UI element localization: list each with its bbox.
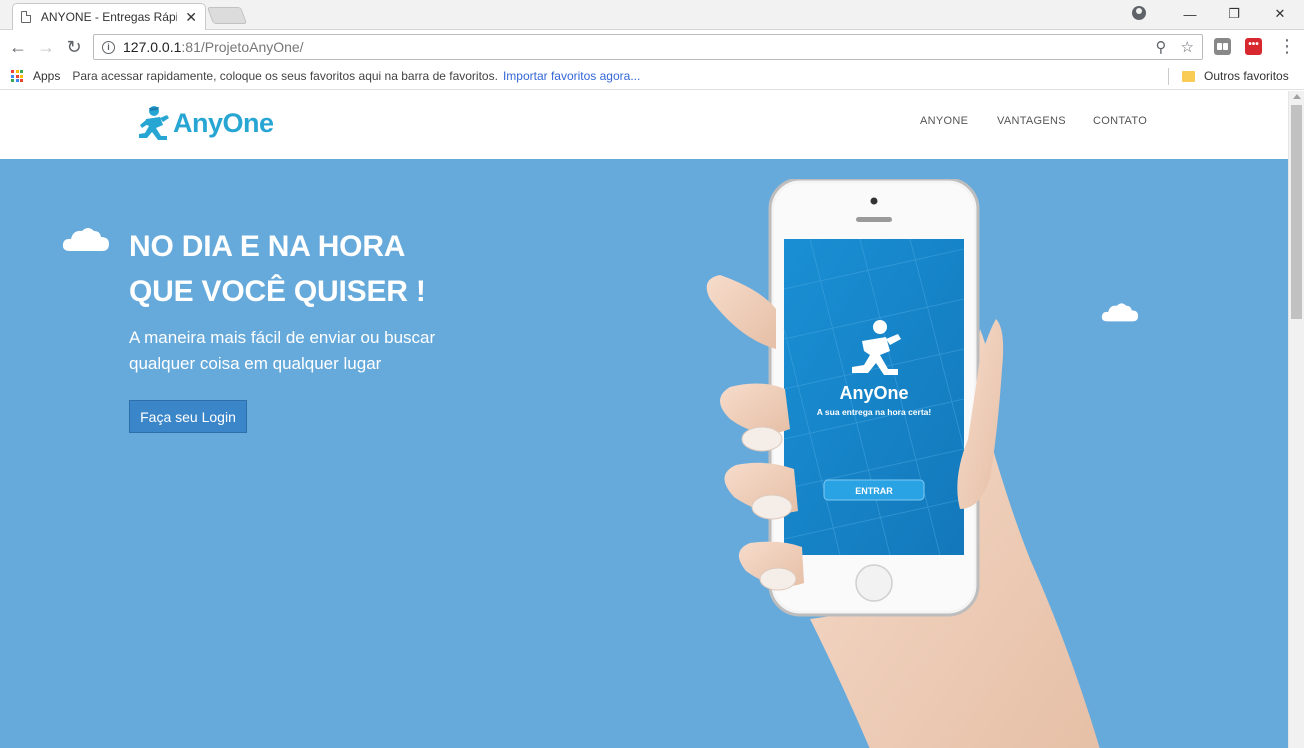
extension-icon[interactable] bbox=[1214, 38, 1231, 55]
close-tab-icon[interactable]: ✕ bbox=[185, 9, 197, 26]
nav-link-anyone[interactable]: ANYONE bbox=[920, 115, 968, 127]
other-bookmarks-folder[interactable]: Outros favoritos bbox=[1182, 69, 1289, 83]
fingernail bbox=[751, 494, 793, 520]
phone-home-button bbox=[855, 564, 893, 602]
profile-icon[interactable] bbox=[1132, 6, 1146, 20]
login-button[interactable]: Faça seu Login bbox=[129, 400, 247, 433]
new-tab-button[interactable] bbox=[206, 7, 248, 24]
browser-toolbar: ← → ↻ i 127.0.0.1:81/ProjetoAnyOne/ ⚲ ☆ … bbox=[0, 31, 1304, 63]
restore-button[interactable]: ❐ bbox=[1212, 0, 1256, 28]
nav-link-contato[interactable]: CONTATO bbox=[1093, 115, 1147, 127]
hero-title-line1: NO DIA E NA HORA bbox=[129, 230, 406, 263]
bookmarks-divider bbox=[1168, 68, 1169, 85]
scroll-up-arrow-icon[interactable] bbox=[1293, 94, 1301, 99]
hero-subtitle-line1: A maneira mais fácil de enviar ou buscar bbox=[129, 328, 436, 347]
apps-shortcut[interactable]: Apps bbox=[33, 69, 60, 83]
tab-title: ANYONE - Entregas Rápidas bbox=[40, 10, 177, 24]
logo-text: AnyOne bbox=[173, 107, 274, 138]
import-bookmarks-link[interactable]: Importar favoritos agora... bbox=[503, 69, 640, 83]
bookmarks-bar: Apps Para acessar rapidamente, coloque o… bbox=[0, 63, 1304, 90]
hero-section: NO DIA E NA HORA QUE VOCÊ QUISER ! A man… bbox=[0, 159, 1288, 748]
zoom-icon[interactable]: ⚲ bbox=[1156, 38, 1167, 56]
fingernail bbox=[759, 567, 797, 591]
back-button[interactable]: ← bbox=[7, 36, 29, 58]
reload-button[interactable]: ↻ bbox=[63, 36, 85, 58]
other-bookmarks-label: Outros favoritos bbox=[1204, 69, 1289, 83]
hand-finger-middle bbox=[720, 383, 790, 434]
apps-grid-icon[interactable] bbox=[11, 70, 23, 82]
address-bar[interactable]: i 127.0.0.1:81/ProjetoAnyOne/ ⚲ ☆ bbox=[93, 34, 1203, 60]
hero-title: NO DIA E NA HORA QUE VOCÊ QUISER ! bbox=[129, 224, 426, 314]
url-host: 127.0.0.1 bbox=[123, 39, 182, 55]
nav-link-vantagens[interactable]: VANTAGENS bbox=[997, 115, 1066, 127]
phone-tagline: A sua entrega na hora certa! bbox=[817, 407, 932, 417]
url-path: :81/ProjetoAnyOne/ bbox=[181, 39, 304, 55]
runner-logo-icon bbox=[139, 106, 169, 140]
page-icon bbox=[21, 11, 31, 23]
hero-subtitle: A maneira mais fácil de enviar ou buscar… bbox=[129, 325, 435, 377]
hero-title-line2: QUE VOCÊ QUISER ! bbox=[129, 275, 426, 308]
forward-button[interactable]: → bbox=[35, 36, 57, 58]
hero-subtitle-line2: qualquer coisa em qualquer lugar bbox=[129, 354, 382, 373]
phone-app-name: AnyOne bbox=[839, 383, 908, 403]
site-logo[interactable]: AnyOne bbox=[136, 105, 274, 141]
bookmarks-hint: Para acessar rapidamente, coloque os seu… bbox=[72, 69, 498, 83]
phone-enter-label: ENTRAR bbox=[855, 486, 893, 496]
scroll-thumb[interactable] bbox=[1291, 105, 1302, 319]
minimize-button[interactable]: — bbox=[1168, 0, 1212, 28]
close-window-button[interactable]: ✕ bbox=[1258, 0, 1302, 28]
hand-finger-index bbox=[706, 275, 776, 349]
chrome-menu-icon[interactable]: ⋮ bbox=[1278, 35, 1296, 57]
site-info-icon[interactable]: i bbox=[102, 40, 115, 54]
browser-tab[interactable]: ANYONE - Entregas Rápidas ✕ bbox=[12, 3, 206, 30]
phone-camera bbox=[870, 197, 878, 205]
cloud-icon bbox=[62, 228, 109, 251]
page-viewport: AnyOne ANYONE VANTAGENS CONTATO NO DIA E… bbox=[0, 91, 1288, 748]
fingernail bbox=[741, 426, 783, 452]
tab-strip: ANYONE - Entregas Rápidas ✕ — ❐ ✕ bbox=[0, 0, 1304, 30]
page-scrollbar[interactable] bbox=[1288, 91, 1304, 748]
bookmark-star-icon[interactable]: ☆ bbox=[1181, 38, 1194, 56]
extension-red-icon[interactable]: ••• bbox=[1245, 38, 1262, 55]
phone-speaker bbox=[856, 217, 892, 222]
site-header: AnyOne ANYONE VANTAGENS CONTATO bbox=[0, 91, 1288, 159]
folder-icon bbox=[1182, 70, 1195, 82]
hand-holding-phone-image: AnyOne A sua entrega na hora certa! ENTR… bbox=[706, 179, 1100, 748]
